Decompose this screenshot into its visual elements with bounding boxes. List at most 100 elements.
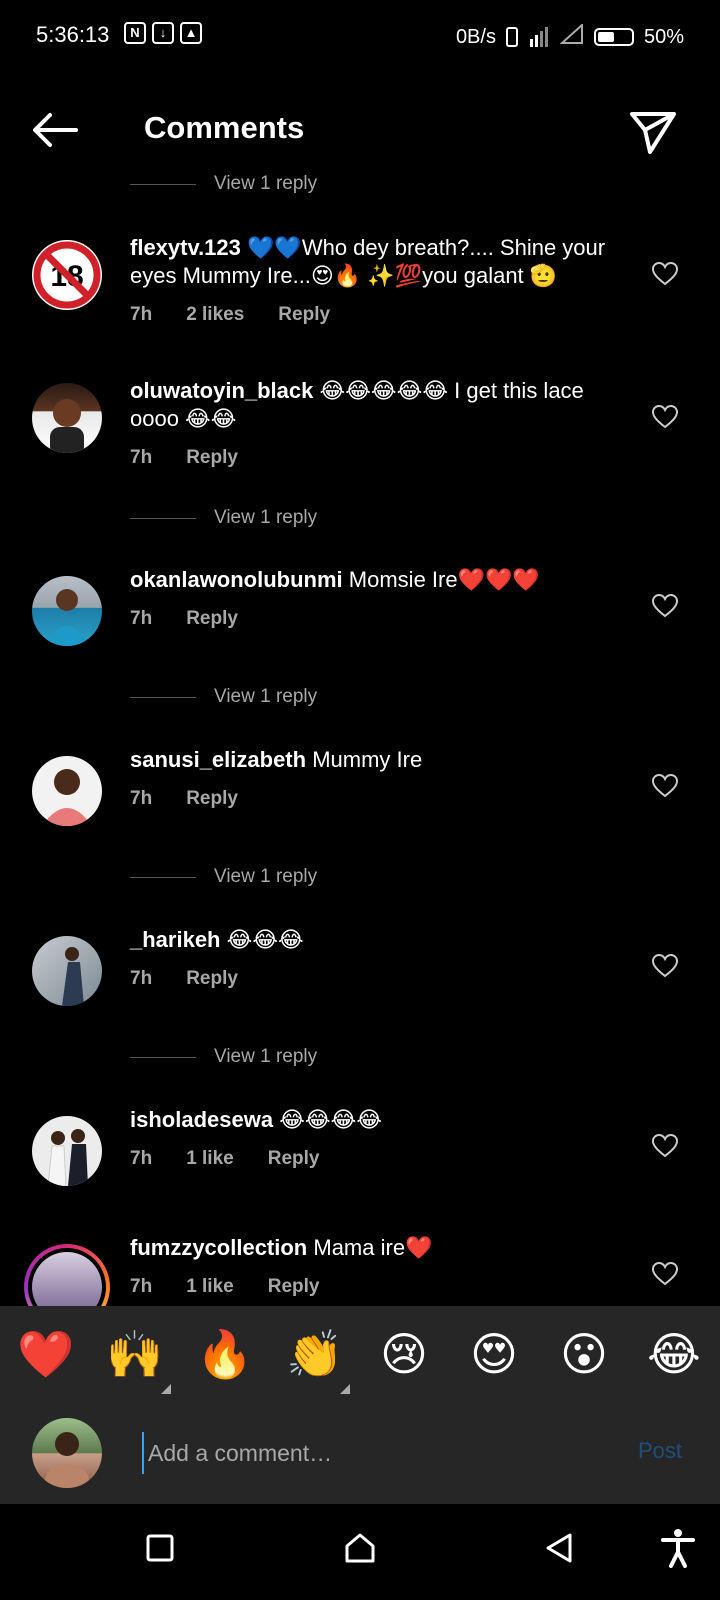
system-nav-bar bbox=[0, 1504, 720, 1600]
comment-text: _harikeh 😂😂😂 bbox=[130, 926, 630, 954]
avatar[interactable] bbox=[32, 1116, 102, 1186]
comment-text: flexytv.123 💙💙Who dey breath?.... Shine … bbox=[130, 234, 630, 290]
view-replies-link[interactable]: View 1 reply bbox=[130, 1042, 317, 1072]
comment-time: 7h bbox=[130, 447, 153, 468]
comment-likes[interactable]: 1 like bbox=[186, 1148, 234, 1170]
image-notification-icon: ▲ bbox=[180, 22, 202, 44]
comments-list[interactable]: View 1 reply 18 flexytv.123 💙💙Who dey br… bbox=[0, 172, 720, 1306]
battery-icon bbox=[593, 28, 634, 46]
reply-divider bbox=[130, 183, 196, 185]
reply-button[interactable]: Reply bbox=[278, 304, 330, 326]
accessibility-icon[interactable] bbox=[660, 1528, 696, 1568]
comment-username[interactable]: sanusi_elizabeth bbox=[130, 747, 306, 772]
reply-divider bbox=[130, 517, 196, 519]
avatar-photo bbox=[50, 399, 84, 453]
comment-body: 😂😂😂 bbox=[226, 927, 304, 952]
battery-percent: 50% bbox=[643, 25, 684, 48]
emoji-crying-face[interactable]: 😢 bbox=[376, 1326, 432, 1382]
emoji-fire[interactable]: 🔥 bbox=[196, 1326, 253, 1382]
back-arrow-icon[interactable] bbox=[30, 110, 80, 150]
like-heart-icon[interactable] bbox=[652, 594, 678, 618]
comment-username[interactable]: fumzzycollection bbox=[130, 1235, 307, 1260]
view-replies-link[interactable]: View 1 reply bbox=[130, 503, 317, 533]
status-time: 5:36:13 bbox=[36, 22, 110, 47]
comment-username[interactable]: isholadesewa bbox=[130, 1107, 273, 1132]
view-replies-link[interactable]: View 1 reply bbox=[130, 172, 317, 199]
add-comment-input[interactable] bbox=[142, 1432, 610, 1474]
comment-body: 😂😂😂😂 bbox=[279, 1107, 383, 1132]
share-send-icon[interactable] bbox=[628, 106, 678, 156]
comment-text: sanusi_elizabeth Mummy Ire bbox=[130, 746, 630, 774]
reply-button[interactable]: Reply bbox=[186, 788, 238, 810]
recent-apps-icon[interactable] bbox=[146, 1534, 174, 1562]
reply-button[interactable]: Reply bbox=[268, 1148, 320, 1170]
avatar-photo bbox=[45, 1432, 89, 1488]
comment-username[interactable]: flexytv.123 bbox=[130, 235, 241, 260]
comment-text: fumzzycollection Mama ire❤️ bbox=[130, 1234, 630, 1262]
reply-button[interactable]: Reply bbox=[186, 968, 238, 990]
comment-meta: 7h Reply bbox=[130, 788, 238, 810]
comment-meta: 7h Reply bbox=[130, 447, 238, 469]
comment-body: Mama ire❤️ bbox=[313, 1235, 433, 1260]
comment-meta: 7h 1 like Reply bbox=[130, 1148, 319, 1170]
avatar-photo bbox=[62, 947, 84, 1006]
comment-username[interactable]: okanlawonolubunmi bbox=[130, 567, 343, 592]
comment-body: Mummy Ire bbox=[312, 747, 423, 772]
emoji-surprised-face[interactable]: 😮 bbox=[556, 1326, 612, 1382]
comment-meta: 7h 2 likes Reply bbox=[130, 304, 330, 326]
comment-text: okanlawonolubunmi Momsie Ire❤️❤️❤️ bbox=[130, 566, 630, 594]
like-heart-icon[interactable] bbox=[652, 774, 678, 798]
age-18-restricted-icon: 18 bbox=[33, 241, 101, 309]
comment-text: oluwatoyin_black 😂😂😂😂😂 I get this lace o… bbox=[130, 377, 630, 433]
like-heart-icon[interactable] bbox=[652, 262, 678, 286]
page-title: Comments bbox=[144, 110, 305, 145]
reply-divider bbox=[130, 696, 196, 698]
emoji-tears-of-joy[interactable]: 😂 bbox=[646, 1326, 702, 1382]
comment-likes[interactable]: 1 like bbox=[186, 1276, 234, 1298]
comment-time: 7h bbox=[130, 1276, 153, 1297]
emoji-clapping-hands[interactable]: 👏 bbox=[286, 1326, 343, 1382]
reply-button[interactable]: Reply bbox=[268, 1276, 320, 1298]
comment-body: Momsie Ire❤️❤️❤️ bbox=[348, 567, 540, 592]
avatar[interactable] bbox=[32, 383, 102, 453]
reply-divider bbox=[130, 876, 196, 878]
home-icon[interactable] bbox=[344, 1532, 376, 1564]
avatar-photo bbox=[47, 1129, 88, 1186]
quick-emoji-bar: ❤️ 🙌 🔥 👏 😢 😍 😮 😂 bbox=[0, 1306, 720, 1402]
emoji-red-heart[interactable]: ❤️ bbox=[17, 1326, 74, 1382]
like-heart-icon[interactable] bbox=[652, 1262, 678, 1286]
status-notification-icons: N ↓ ▲ bbox=[124, 22, 202, 44]
story-ring-avatar[interactable] bbox=[24, 1244, 110, 1306]
netflix-notification-icon: N bbox=[124, 22, 146, 44]
phone-icon bbox=[505, 27, 518, 47]
comment-time: 7h bbox=[130, 608, 153, 629]
avatar[interactable] bbox=[32, 756, 102, 826]
reply-button[interactable]: Reply bbox=[186, 608, 238, 630]
comment-meta: 7h 1 like Reply bbox=[130, 1276, 319, 1298]
like-heart-icon[interactable] bbox=[652, 1134, 678, 1158]
emoji-heart-eyes[interactable]: 😍 bbox=[466, 1326, 522, 1382]
comments-header: Comments bbox=[0, 88, 720, 172]
comment-text: isholadesewa 😂😂😂😂 bbox=[130, 1106, 630, 1134]
post-button[interactable]: Post bbox=[638, 1438, 682, 1464]
comment-likes[interactable]: 2 likes bbox=[186, 304, 244, 326]
comment-username[interactable]: _harikeh bbox=[130, 927, 221, 952]
back-nav-icon[interactable] bbox=[544, 1532, 574, 1564]
comment-username[interactable]: oluwatoyin_black bbox=[130, 378, 313, 403]
emoji-raising-hands[interactable]: 🙌 bbox=[106, 1326, 163, 1382]
avatar[interactable] bbox=[32, 576, 102, 646]
view-replies-link[interactable]: View 1 reply bbox=[130, 682, 317, 712]
skin-tone-caret-icon bbox=[340, 1384, 350, 1394]
avatar[interactable] bbox=[32, 936, 102, 1006]
reply-button[interactable]: Reply bbox=[186, 447, 238, 469]
comment-meta: 7h Reply bbox=[130, 608, 238, 630]
like-heart-icon[interactable] bbox=[652, 405, 678, 429]
comment-meta: 7h Reply bbox=[130, 968, 238, 990]
like-heart-icon[interactable] bbox=[652, 954, 678, 978]
view-replies-link[interactable]: View 1 reply bbox=[130, 862, 317, 892]
download-notification-icon: ↓ bbox=[152, 22, 174, 44]
avatar-photo bbox=[44, 589, 90, 646]
comment-input-bar: Post bbox=[0, 1402, 720, 1504]
avatar[interactable]: 18 bbox=[32, 240, 102, 310]
network-speed: 0B/s bbox=[455, 25, 496, 48]
